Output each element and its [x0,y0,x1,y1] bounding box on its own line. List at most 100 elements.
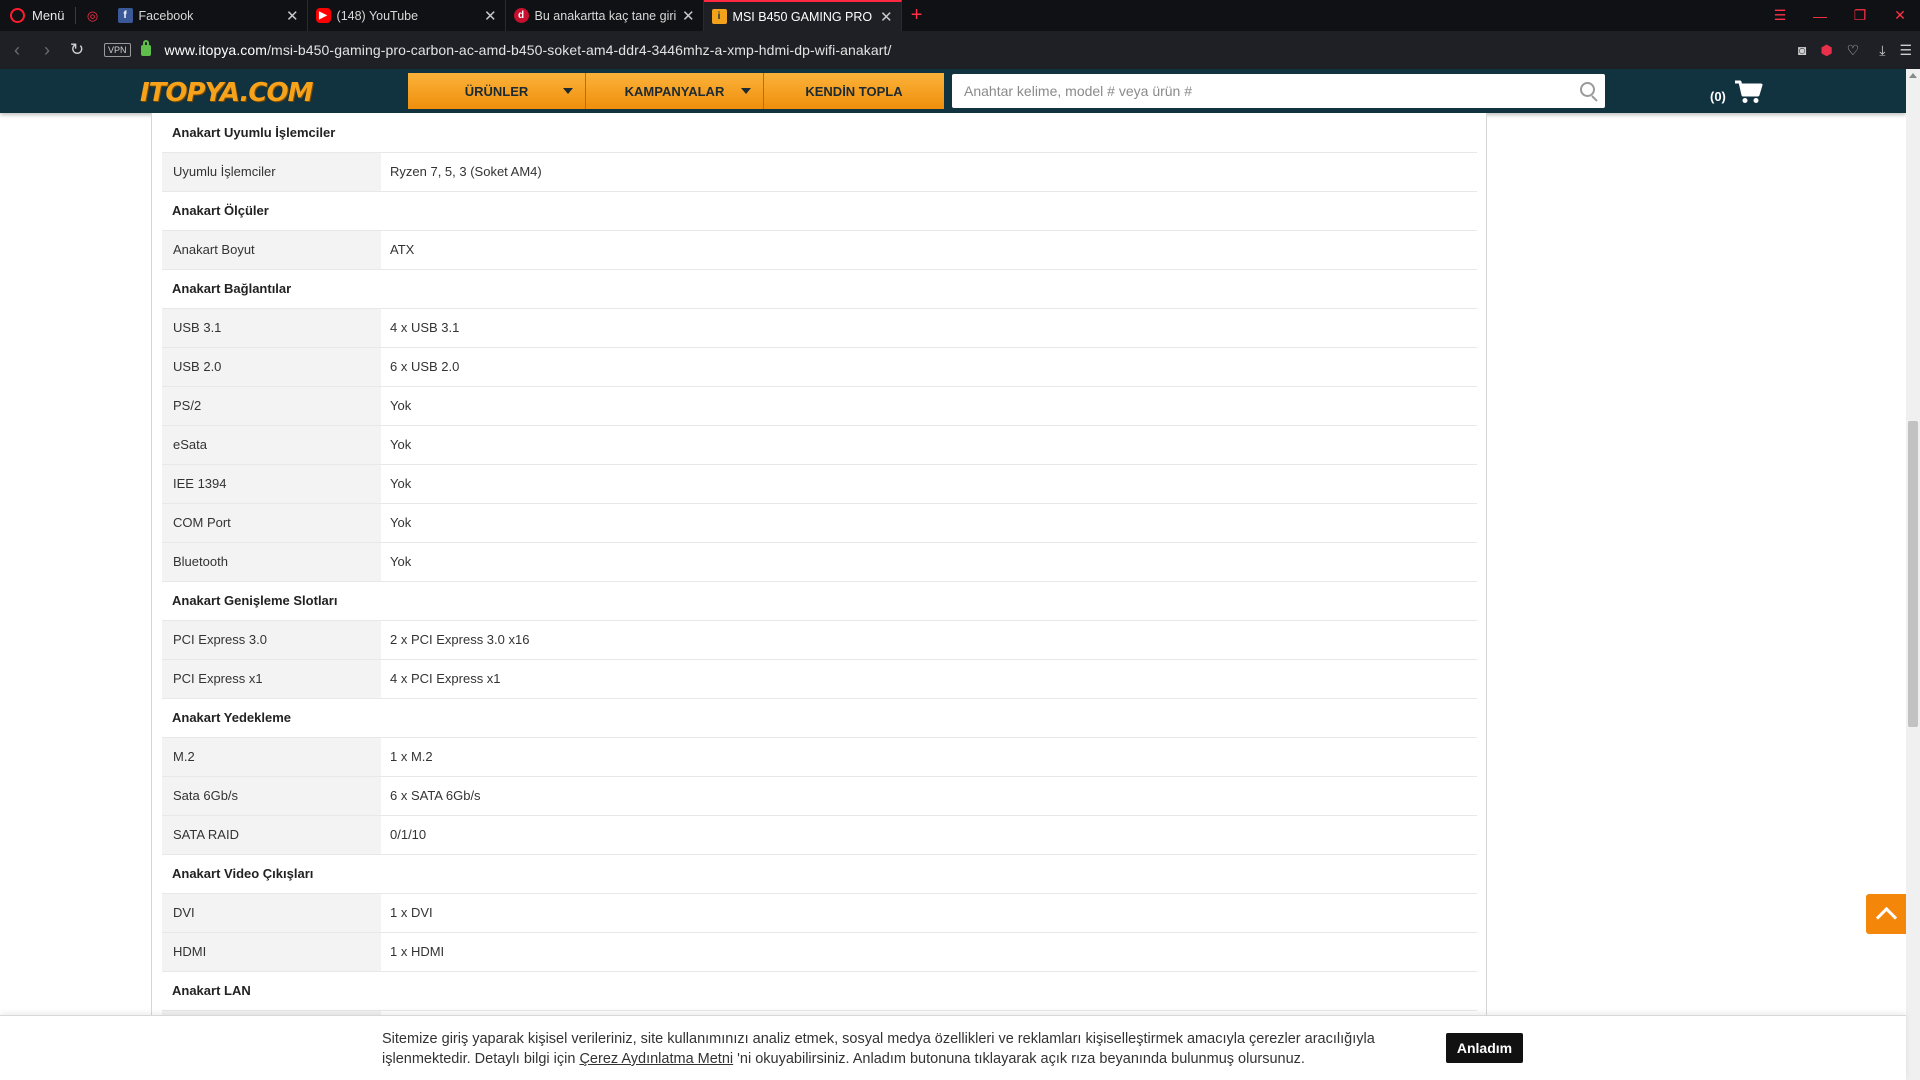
new-tab-button[interactable]: + [902,0,932,31]
spec-value: ATX [381,230,1477,270]
spec-section-title: Anakart Genişleme Slotları [162,581,1477,621]
opera-logo-icon [10,8,25,23]
url-path: /msi-b450-gaming-pro-carbon-ac-amd-b450-… [267,42,892,58]
camera-icon[interactable]: ◙ [1798,42,1806,58]
easy-setup-icon[interactable]: ☰ [1899,42,1912,59]
spec-key: Bluetooth [162,542,381,582]
spec-key: SATA RAID [162,815,381,855]
spec-row: PCI Express 3.0 2 x PCI Express 3.0 x16 [162,620,1477,660]
shopping-cart-icon[interactable] [1734,80,1764,104]
spec-key: M.2 [162,737,381,777]
spec-key: DVI [162,893,381,933]
tab-title: (148) YouTube [336,8,419,23]
spec-row: PS/2 Yok [162,386,1477,426]
spec-key: eSata [162,425,381,465]
restore-button[interactable]: ❐ [1840,0,1880,31]
minimize-icon: — [1813,7,1827,24]
scroll-up-icon[interactable] [1909,73,1917,78]
spec-value: 1 x HDMI [381,932,1477,972]
spec-value: 6 x SATA 6Gb/s [381,776,1477,816]
chevron-left-icon: ‹ [14,39,20,60]
spec-key: Anakart Boyut [162,230,381,270]
nav-kendin-topla[interactable]: KENDİN TOPLA [764,73,944,109]
lock-icon[interactable] [140,39,151,56]
spec-section-header: Anakart Bağlantılar [162,269,1477,309]
donanimhaber-icon: d [513,8,529,23]
tab-facebook[interactable]: f Facebook ✕ [110,0,308,31]
spec-row: Anakart Boyut ATX [162,230,1477,270]
spec-key: HDMI [162,932,381,972]
adblock-shield-icon[interactable]: ⬢ [1820,42,1832,59]
tab-title: Facebook [138,8,194,23]
cart-count[interactable]: (0) [1710,89,1726,104]
spec-row: HDMI 1 x HDMI [162,932,1477,972]
spec-key: COM Port [162,503,381,543]
close-tab-icon[interactable]: ✕ [484,7,497,25]
spec-section-title: Anakart LAN [162,971,1477,1011]
page-scrollbar[interactable] [1906,69,1920,1080]
spec-row: USB 3.1 4 x USB 3.1 [162,308,1477,348]
spec-key: USB 2.0 [162,347,381,387]
spec-value: 0/1/10 [381,815,1477,855]
spec-row: Sata 6Gb/s 6 x SATA 6Gb/s [162,776,1477,816]
address-bar-actions: ◙ ⬢ ♡ ⤓ ☰ [1798,31,1912,69]
close-tab-icon[interactable]: ✕ [880,8,893,26]
browser-menu-button[interactable]: Menü [0,0,75,31]
gaming-pinned-tab[interactable]: ◎ [76,0,110,31]
spec-value: Yok [381,425,1477,465]
tab-title: MSI B450 GAMING PRO CARBON [732,9,874,24]
cookie-text-after: 'ni okuyabilirsiniz. Anladım butonuna tı… [733,1051,1305,1067]
spec-value: Yok [381,464,1477,504]
cookie-policy-link[interactable]: Çerez Aydınlatma Metni [579,1051,733,1067]
spec-row: M.2 1 x M.2 [162,737,1477,777]
download-icon[interactable]: ⤓ [1879,42,1885,59]
minimize-button[interactable]: — [1800,0,1840,31]
facebook-icon: f [117,8,133,23]
spec-section-title: Anakart Yedekleme [162,698,1477,738]
tab-itopya[interactable]: i MSI B450 GAMING PRO CARBON ✕ [703,0,902,31]
forward-button[interactable]: › [32,31,62,69]
spec-section-header: Anakart Genişleme Slotları [162,581,1477,621]
spec-key: Sata 6Gb/s [162,776,381,816]
chevron-right-icon: › [44,39,50,60]
url-field[interactable]: www.itopya.com/msi-b450-gaming-pro-carbo… [165,42,892,58]
url-host: www.itopya.com [164,42,268,58]
spec-key: PCI Express x1 [162,659,381,699]
spec-row: Uyumlu İşlemciler Ryzen 7, 5, 3 (Soket AM… [162,152,1477,192]
caret-down-icon [563,88,573,94]
vpn-badge[interactable]: VPN [104,43,131,57]
close-icon: ✕ [1894,7,1906,23]
site-logo[interactable]: ITOPYA.COM [140,78,313,108]
tab-donanimhaber[interactable]: d Bu anakartta kaç tane giriş ✕ [506,0,704,31]
tab-menu-button[interactable]: ☰ [1760,0,1800,31]
search-input[interactable] [952,75,1571,107]
spec-section-title: Anakart Bağlantılar [162,269,1477,309]
search-icon[interactable] [1571,74,1605,108]
nav-label: KAMPANYALAR [624,83,725,99]
back-button[interactable]: ‹ [2,31,32,69]
accept-cookies-button[interactable]: Anladım [1446,1033,1523,1063]
tab-youtube[interactable]: ▶ (148) YouTube ✕ [308,0,506,31]
close-tab-icon[interactable]: ✕ [682,7,695,25]
tab-title: Bu anakartta kaç tane giriş [534,8,676,23]
itopya-icon: i [711,9,727,24]
spec-row: DVI 1 x DVI [162,893,1477,933]
spec-value: 6 x USB 2.0 [381,347,1477,387]
nav-kampanyalar[interactable]: KAMPANYALAR [586,73,764,109]
plus-icon: + [910,4,923,26]
spec-section-header: Anakart Yedekleme [162,698,1477,738]
reload-button[interactable]: ↻ [62,31,92,69]
close-window-button[interactable]: ✕ [1880,0,1920,31]
nav-urunler[interactable]: ÜRÜNLER [408,73,586,109]
youtube-icon: ▶ [315,8,331,23]
caret-down-icon [741,88,751,94]
spec-key: Uyumlu İşlemciler [162,152,381,192]
close-tab-icon[interactable]: ✕ [286,7,299,25]
spec-value: 1 x M.2 [381,737,1477,777]
back-to-top-button[interactable] [1866,894,1906,934]
heart-icon[interactable]: ♡ [1847,42,1860,59]
scrollbar-thumb[interactable] [1908,421,1918,727]
spec-section-header: Anakart Ölçüler [162,191,1477,231]
spec-value: Yok [381,386,1477,426]
nav-label: KENDİN TOPLA [805,83,903,99]
